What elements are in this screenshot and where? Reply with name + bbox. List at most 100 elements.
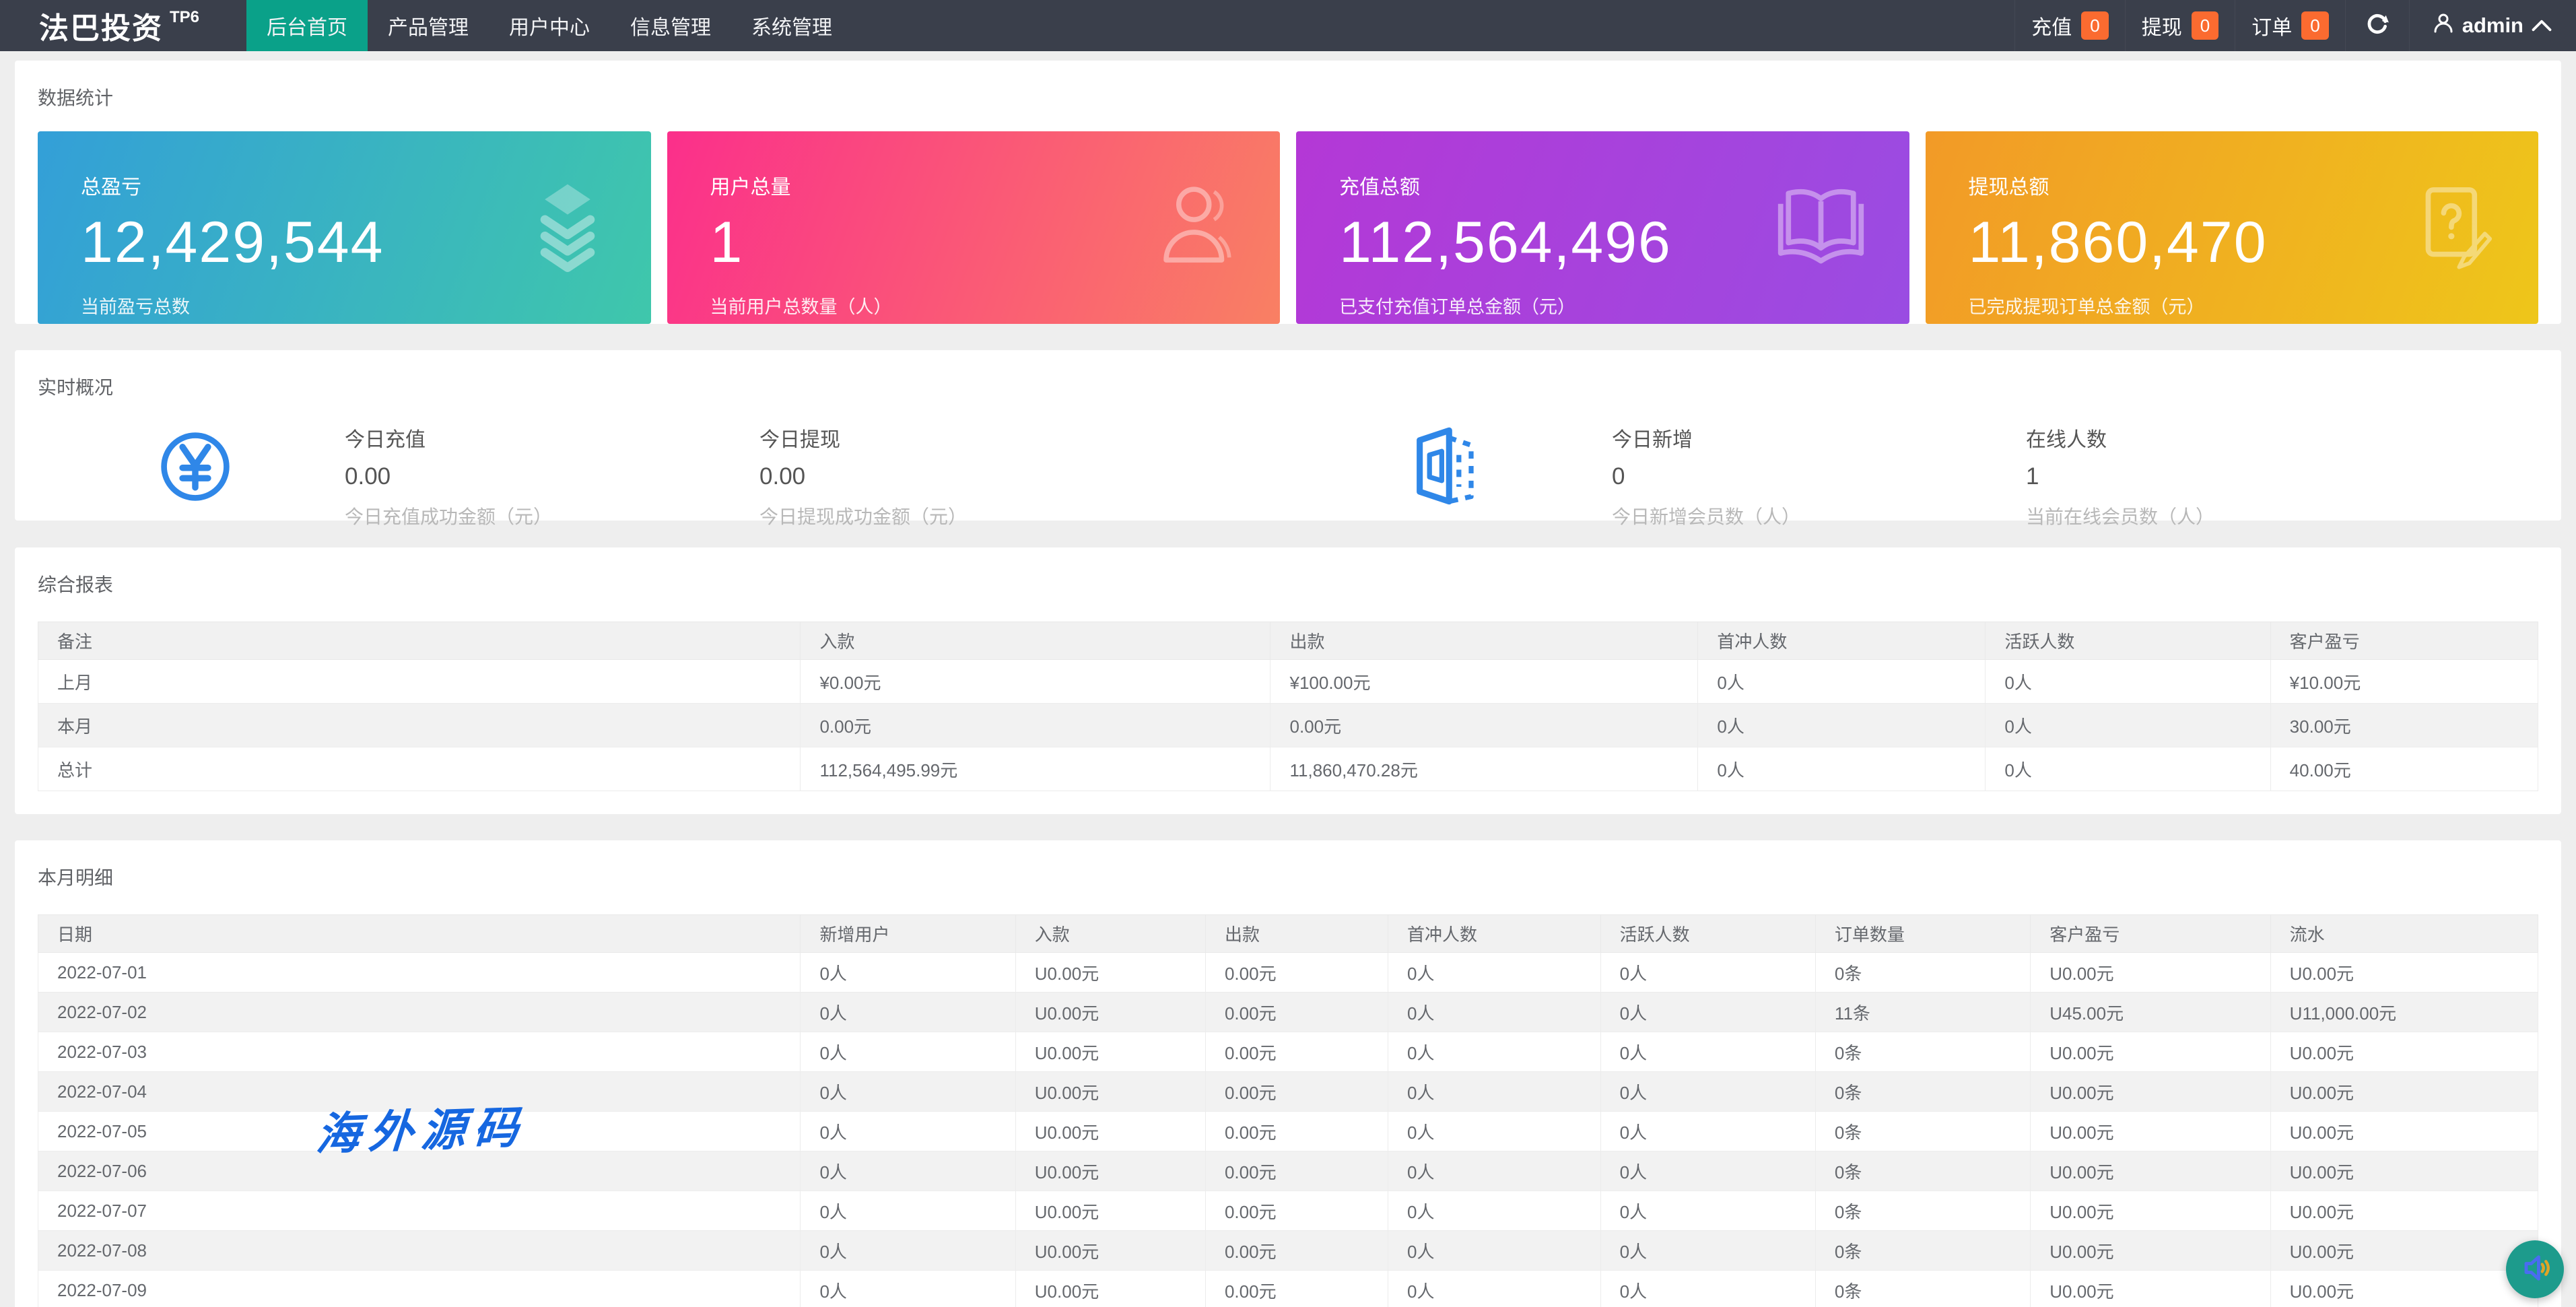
table-cell: U0.00元 bbox=[1015, 952, 1206, 993]
column-header: 首冲人数 bbox=[1697, 622, 1986, 660]
table-cell: U0.00元 bbox=[1015, 1151, 1206, 1191]
table-cell: 0.00元 bbox=[1205, 1270, 1389, 1307]
summary-panel: 综合报表 备注 入款 出款 首冲人数 活跃人数 客户盈亏 上月 ¥0.00元 ¥100.00元… bbox=[15, 547, 2561, 814]
refresh-button[interactable] bbox=[2344, 0, 2409, 51]
table-cell: 2022-07-07 bbox=[37, 1191, 801, 1231]
table-cell: U0.00元 bbox=[2270, 1111, 2539, 1151]
menu-item-users[interactable]: 用户中心 bbox=[489, 0, 610, 51]
table-cell: 40.00元 bbox=[2270, 747, 2539, 791]
realtime-item-new-members: 今日新增 0 今日新增会员数（人） bbox=[1612, 423, 1800, 529]
menu-item-system[interactable]: 系统管理 bbox=[731, 0, 852, 51]
table-cell: 0人 bbox=[800, 1230, 1016, 1271]
table-cell: 0条 bbox=[1815, 1071, 2031, 1112]
doc-question-icon bbox=[2418, 182, 2495, 273]
table-cell: 11,860,470.28元 bbox=[1270, 747, 1699, 791]
realtime-item-online: 在线人数 1 当前在线会员数（人） bbox=[2026, 423, 2214, 529]
table-cell: 0人 bbox=[1388, 1071, 1601, 1112]
card-total-recharge: 充值总额 112,564,496 已支付充值订单总金额（元） bbox=[1296, 131, 1909, 324]
table-cell: U0.00元 bbox=[1015, 992, 1206, 1032]
column-header: 客户盈亏 bbox=[2270, 622, 2539, 660]
card-total-profit: 总盈亏 12,429,544 当前盈亏总数 bbox=[38, 131, 651, 324]
header-row: 日期 新增用户 入款 出款 首冲人数 活跃人数 订单数量 客户盈亏 流水 bbox=[37, 914, 2539, 953]
brand-logo[interactable]: 法巴投资 TP6 bbox=[0, 0, 246, 51]
table-cell: 30.00元 bbox=[2270, 703, 2539, 747]
realtime-label: 今日充值 bbox=[345, 429, 426, 451]
brand-version: TP6 bbox=[170, 8, 200, 26]
table-cell: 0条 bbox=[1815, 1270, 2031, 1307]
table-cell: 0.00元 bbox=[1205, 1230, 1389, 1271]
realtime-panel: 实时概况 今日充值 0.00 今日充值成功金额（元） 今日提现 0.00 今日提… bbox=[15, 350, 2561, 527]
column-header: 活跃人数 bbox=[1985, 622, 2271, 660]
refresh-icon bbox=[2365, 11, 2390, 40]
table-cell: 0人 bbox=[1697, 747, 1986, 791]
realtime-value: 1 bbox=[2026, 463, 2039, 490]
table-cell: 0条 bbox=[1815, 952, 2031, 993]
table-cell: 0.00元 bbox=[1205, 992, 1389, 1032]
table-cell: U45.00元 bbox=[2030, 992, 2271, 1032]
table-cell: U0.00元 bbox=[1015, 1191, 1206, 1231]
quick-orders[interactable]: 订单 0 bbox=[2235, 0, 2344, 51]
table-cell: 0人 bbox=[1600, 952, 1816, 993]
table-cell: U0.00元 bbox=[2270, 1071, 2539, 1112]
realtime-panel-title: 实时概况 bbox=[38, 377, 114, 398]
header-row: 备注 入款 出款 首冲人数 活跃人数 客户盈亏 bbox=[37, 622, 2539, 660]
table-cell: 0人 bbox=[1388, 1191, 1601, 1231]
table-cell: 0人 bbox=[800, 952, 1016, 993]
user-dropdown[interactable]: admin bbox=[2408, 0, 2558, 51]
table-row: 2022-07-09 0人 U0.00元 0.00元 0人 0人 0条 U0.00元 U0.00… bbox=[37, 1270, 2539, 1307]
column-header: 出款 bbox=[1205, 914, 1389, 953]
table-cell: 0人 bbox=[1388, 1270, 1601, 1307]
table-cell: 0条 bbox=[1815, 1111, 2031, 1151]
table-cell: 0人 bbox=[800, 1032, 1016, 1072]
quick-recharge[interactable]: 充值 0 bbox=[2014, 0, 2124, 51]
quick-recharge-label: 充值 bbox=[2031, 17, 2072, 39]
menu-item-label: 产品管理 bbox=[388, 17, 469, 39]
menu-item-label: 信息管理 bbox=[630, 17, 712, 39]
menu-item-info[interactable]: 信息管理 bbox=[610, 0, 731, 51]
withdraw-count-badge: 0 bbox=[2191, 11, 2219, 40]
table-cell: U0.00元 bbox=[2270, 1032, 2539, 1072]
stats-panel: 数据统计 总盈亏 12,429,544 当前盈亏总数 用户总量 1 当前用户总数… bbox=[15, 61, 2561, 324]
sound-fab-button[interactable] bbox=[2506, 1240, 2564, 1298]
quick-withdraw[interactable]: 提现 0 bbox=[2124, 0, 2235, 51]
table-cell: 0.00元 bbox=[1205, 952, 1389, 993]
table-cell: U0.00元 bbox=[2030, 1191, 2271, 1231]
table-cell: 0人 bbox=[1985, 659, 2271, 704]
realtime-value: 0.00 bbox=[345, 463, 391, 490]
realtime-value: 0 bbox=[1612, 463, 1625, 490]
table-cell: 0人 bbox=[800, 1151, 1016, 1191]
chevron-up-icon bbox=[2532, 13, 2552, 38]
menu-item-products[interactable]: 产品管理 bbox=[368, 0, 489, 51]
table-cell: 0人 bbox=[1388, 1111, 1601, 1151]
table-cell: 2022-07-03 bbox=[37, 1032, 801, 1072]
table-row: 上月 ¥0.00元 ¥100.00元 0人 0人 ¥10.00元 bbox=[37, 659, 2539, 704]
quick-withdraw-label: 提现 bbox=[2141, 17, 2182, 39]
table-cell: 0人 bbox=[800, 1270, 1016, 1307]
table-cell: U0.00元 bbox=[2030, 952, 2271, 993]
column-header: 订单数量 bbox=[1815, 914, 2031, 953]
table-cell: 0.00元 bbox=[1205, 1032, 1389, 1072]
table-cell: 0.00元 bbox=[1270, 703, 1699, 747]
table-cell: 0人 bbox=[1697, 703, 1986, 747]
table-cell: U0.00元 bbox=[2030, 1032, 2271, 1072]
table-cell: 0人 bbox=[800, 1071, 1016, 1112]
person-icon bbox=[1156, 184, 1237, 271]
menu-item-home[interactable]: 后台首页 bbox=[246, 0, 368, 51]
card-total-users: 用户总量 1 当前用户总数量（人） bbox=[667, 131, 1280, 324]
user-icon bbox=[2433, 12, 2454, 39]
card-subtitle: 当前盈亏总数 bbox=[81, 297, 190, 317]
table-cell: 本月 bbox=[37, 703, 801, 747]
table-cell: 2022-07-02 bbox=[37, 992, 801, 1032]
table-cell: U0.00元 bbox=[1015, 1111, 1206, 1151]
table-cell: U0.00元 bbox=[1015, 1071, 1206, 1112]
table-cell: 上月 bbox=[37, 659, 801, 704]
detail-panel-title: 本月明细 bbox=[38, 867, 114, 888]
menu-item-label: 系统管理 bbox=[751, 17, 833, 39]
card-subtitle: 当前用户总数量（人） bbox=[710, 297, 892, 317]
table-cell: 11条 bbox=[1815, 992, 2031, 1032]
realtime-item-today-withdraw: 今日提现 0.00 今日提现成功金额（元） bbox=[759, 423, 967, 529]
main-menu: 后台首页 产品管理 用户中心 信息管理 系统管理 bbox=[246, 0, 852, 51]
table-cell: U0.00元 bbox=[2030, 1151, 2271, 1191]
column-header: 新增用户 bbox=[800, 914, 1016, 953]
table-row: 2022-07-01 0人 U0.00元 0.00元 0人 0人 0条 U0.00元 U0.00… bbox=[37, 952, 2539, 993]
